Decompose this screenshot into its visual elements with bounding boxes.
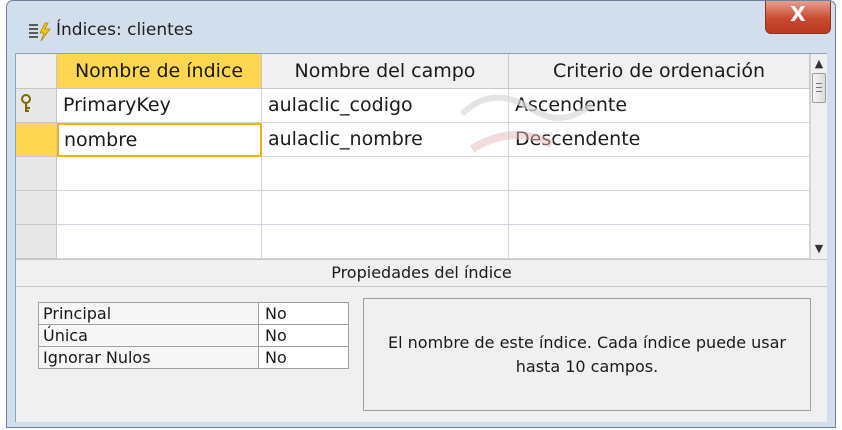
vertical-scrollbar[interactable]: ▲ ▼ [810, 54, 827, 259]
cell-index-name[interactable]: PrimaryKey [57, 89, 262, 123]
window-title: Índices: clientes [56, 20, 194, 40]
title-bar[interactable]: Índices: clientes X [7, 1, 835, 53]
indexes-grid: Nombre de índice Nombre del campo Criter… [16, 54, 810, 259]
cell-field-name[interactable] [262, 225, 509, 259]
row-selector-current[interactable] [16, 123, 57, 157]
property-row-principal: Principal No [38, 302, 349, 325]
cell-field-name[interactable] [262, 191, 509, 225]
key-icon [21, 94, 31, 112]
header-criterio-de-ordenacion[interactable]: Criterio de ordenación [509, 54, 810, 89]
cell-index-name[interactable]: nombre [57, 123, 262, 157]
property-label: Ignorar Nulos [38, 346, 258, 369]
header-nombre-de-indice[interactable]: Nombre de índice [57, 54, 262, 89]
properties-header: Propiedades del índice [16, 259, 827, 287]
scroll-down-icon[interactable]: ▼ [811, 240, 827, 257]
property-label: Única [38, 324, 258, 347]
property-row-ignorar-nulos: Ignorar Nulos No [38, 346, 349, 369]
cell-field-name[interactable]: aulaclic_codigo [262, 89, 509, 123]
cell-sort-order[interactable]: Ascendente [509, 89, 810, 123]
property-label: Principal [38, 302, 258, 325]
cell-sort-order[interactable] [509, 157, 810, 191]
property-row-unica: Única No [38, 324, 349, 347]
cell-sort-order[interactable] [509, 225, 810, 259]
cell-sort-order[interactable] [509, 191, 810, 225]
close-button[interactable]: X [765, 1, 831, 34]
row-selector[interactable] [16, 89, 57, 123]
property-value-principal[interactable]: No [258, 302, 349, 325]
cell-index-name[interactable] [57, 191, 262, 225]
indexes-icon [29, 22, 51, 42]
header-nombre-del-campo[interactable]: Nombre del campo [262, 54, 509, 89]
close-icon: X [790, 2, 806, 26]
row-selector[interactable] [16, 157, 57, 191]
property-value-unica[interactable]: No [258, 324, 349, 347]
grid-corner[interactable] [16, 54, 57, 89]
scroll-thumb[interactable] [812, 73, 826, 103]
row-selector[interactable] [16, 191, 57, 225]
scroll-up-icon[interactable]: ▲ [811, 55, 827, 72]
property-value-ignorar-nulos[interactable]: No [258, 346, 349, 369]
properties-panel: Principal No Única No Ignorar Nulos No E… [16, 287, 827, 422]
cell-field-name[interactable] [262, 157, 509, 191]
cell-field-name[interactable]: aulaclic_nombre [262, 123, 509, 157]
cell-index-name[interactable] [57, 157, 262, 191]
row-selector[interactable] [16, 225, 57, 259]
help-text-box: El nombre de este índice. Cada índice pu… [363, 298, 811, 411]
indices-window: Índices: clientes X Nombre de índice Nom… [6, 0, 836, 428]
cell-sort-order[interactable]: Descendente [509, 123, 810, 157]
cell-index-name[interactable] [57, 225, 262, 259]
dialog-body: Nombre de índice Nombre del campo Criter… [15, 53, 827, 422]
